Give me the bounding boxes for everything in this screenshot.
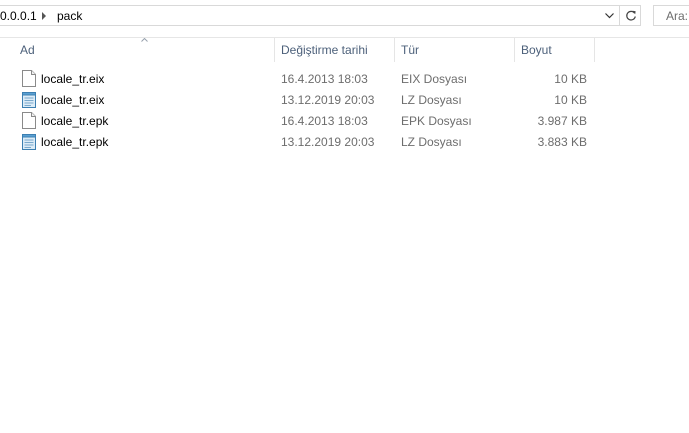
notepad-file-icon — [22, 92, 36, 108]
file-name: locale_tr.eix — [41, 93, 105, 107]
file-row[interactable]: locale_tr.epk 16.4.2013 18:03 EPK Dosyas… — [18, 110, 598, 131]
file-type: EIX Dosyası — [401, 72, 468, 86]
file-row[interactable]: locale_tr.epk 13.12.2019 20:03 LZ Dosyas… — [18, 131, 598, 152]
file-row[interactable]: locale_tr.eix 16.4.2013 18:03 EIX Dosyas… — [18, 68, 598, 89]
search-box[interactable]: Ara: — [653, 5, 689, 26]
file-date: 16.4.2013 18:03 — [281, 114, 368, 128]
blank-file-icon — [22, 112, 36, 129]
file-size: 3.883 KB — [537, 135, 587, 149]
notepad-file-icon — [22, 134, 36, 150]
file-name: locale_tr.epk — [41, 135, 109, 149]
file-date: 13.12.2019 20:03 — [281, 135, 375, 149]
file-type: LZ Dosyası — [401, 93, 462, 107]
file-date: 16.4.2013 18:03 — [281, 72, 368, 86]
column-header-size[interactable]: Boyut — [515, 38, 595, 62]
file-row[interactable]: locale_tr.eix 13.12.2019 20:03 LZ Dosyas… — [18, 89, 598, 110]
file-size: 10 KB — [554, 93, 587, 107]
file-type: LZ Dosyası — [401, 135, 462, 149]
file-type: EPK Dosyası — [401, 114, 472, 128]
chevron-down-icon — [604, 12, 614, 18]
address-bar[interactable]: 0.0.0.1 pack — [0, 5, 641, 26]
address-toolbar: 0.0.0.1 pack Ara: — [0, 0, 689, 33]
file-name: locale_tr.eix — [41, 72, 105, 86]
refresh-icon — [625, 10, 636, 20]
column-headers: Ad Değiştirme tarihi Tür Boyut — [0, 38, 689, 62]
breadcrumb-parent[interactable]: 0.0.0.1 — [0, 9, 37, 23]
refresh-button[interactable] — [619, 5, 641, 26]
file-name: locale_tr.epk — [41, 114, 109, 128]
address-history-dropdown[interactable] — [600, 6, 618, 25]
file-date: 13.12.2019 20:03 — [281, 93, 375, 107]
column-header-type[interactable]: Tür — [395, 38, 514, 62]
file-size: 3.987 KB — [537, 114, 587, 128]
column-header-name[interactable]: Ad — [14, 38, 274, 62]
column-header-date[interactable]: Değiştirme tarihi — [275, 38, 394, 62]
breadcrumb-separator-icon[interactable] — [42, 12, 46, 20]
column-divider[interactable] — [594, 38, 595, 62]
search-placeholder: Ara: — [666, 9, 689, 23]
file-size: 10 KB — [554, 72, 587, 86]
blank-file-icon — [22, 70, 36, 87]
breadcrumb-current[interactable]: pack — [57, 9, 82, 23]
